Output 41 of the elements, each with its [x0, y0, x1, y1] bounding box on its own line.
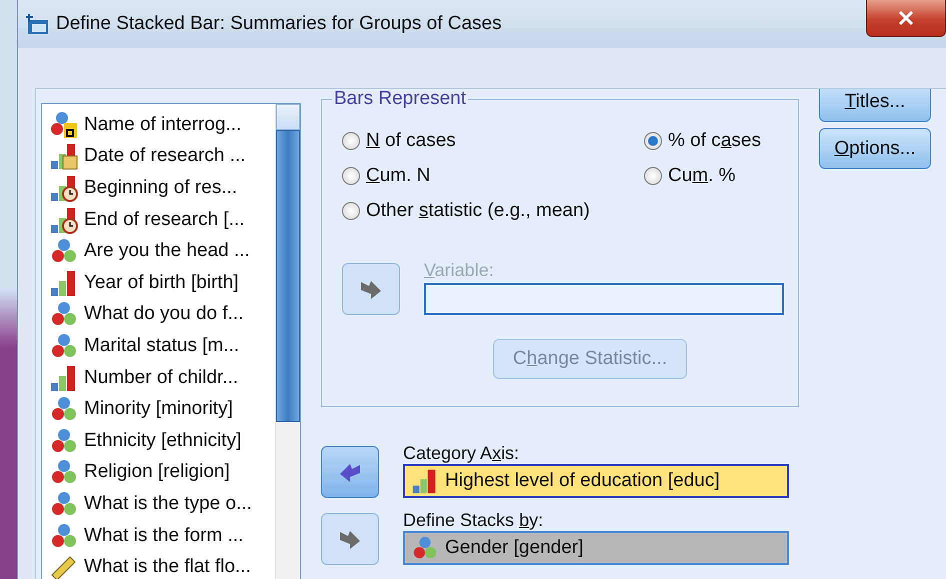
- move-arrow-button[interactable]: [321, 446, 379, 498]
- variable-item[interactable]: What is the form ...: [42, 520, 275, 552]
- radio-option[interactable]: Cum. N: [342, 165, 644, 187]
- app-icon: [26, 12, 50, 36]
- field-label: Define Stacks by:: [403, 510, 544, 531]
- variable-item[interactable]: What do you do f...: [42, 298, 275, 330]
- variable-item[interactable]: What is the type o...: [42, 488, 275, 520]
- variable-item[interactable]: Minority [minority]: [42, 393, 275, 425]
- variable-item[interactable]: End of research [...: [42, 204, 275, 236]
- calendar-chart-icon: [49, 141, 79, 172]
- field-label: Variable:: [424, 260, 495, 281]
- right-arrow-icon: [359, 278, 383, 300]
- variable-item[interactable]: Year of birth [birth]: [42, 266, 275, 299]
- variable-field[interactable]: [424, 283, 784, 315]
- close-icon: [898, 11, 914, 25]
- string-icon: [49, 110, 79, 140]
- category-axis-field[interactable]: Highest level of education [educ]: [403, 464, 789, 498]
- move-arrow-button[interactable]: [342, 263, 400, 315]
- variable-list[interactable]: [41, 103, 301, 579]
- radio-option[interactable]: Other statistic (e.g., mean): [342, 200, 782, 222]
- variable-item[interactable]: Name of interrog...: [42, 109, 275, 141]
- scrollbar[interactable]: [275, 104, 300, 579]
- radio-option[interactable]: Cum. %: [644, 165, 782, 187]
- variable-item[interactable]: What is the flat flo...: [42, 551, 275, 579]
- variable-item[interactable]: Marital status [m...: [42, 330, 275, 362]
- radio-option[interactable]: % of cases: [644, 130, 782, 152]
- titles-button[interactable]: Titles...: [819, 89, 931, 122]
- right-arrow-icon: [338, 528, 362, 550]
- variable-item[interactable]: Are you the head ...: [42, 235, 275, 267]
- scroll-thumb[interactable]: [276, 130, 300, 422]
- radio-option[interactable]: N of cases: [342, 130, 644, 152]
- variable-item[interactable]: Number of childr...: [42, 362, 275, 394]
- field-label: Category Axis:: [403, 443, 520, 464]
- close-button[interactable]: [866, 0, 946, 37]
- window-title: Define Stacked Bar: Summaries for Groups of Cases: [56, 13, 502, 35]
- variable-item[interactable]: Date of research ...: [42, 140, 275, 172]
- group-title: Bars Represent: [332, 89, 468, 110]
- variable-item[interactable]: Ethnicity [ethnicity]: [42, 424, 275, 457]
- variable-item[interactable]: Religion [religion]: [42, 456, 275, 488]
- options-button[interactable]: Options...: [819, 128, 931, 169]
- variable-item[interactable]: Beginning of res...: [42, 172, 275, 204]
